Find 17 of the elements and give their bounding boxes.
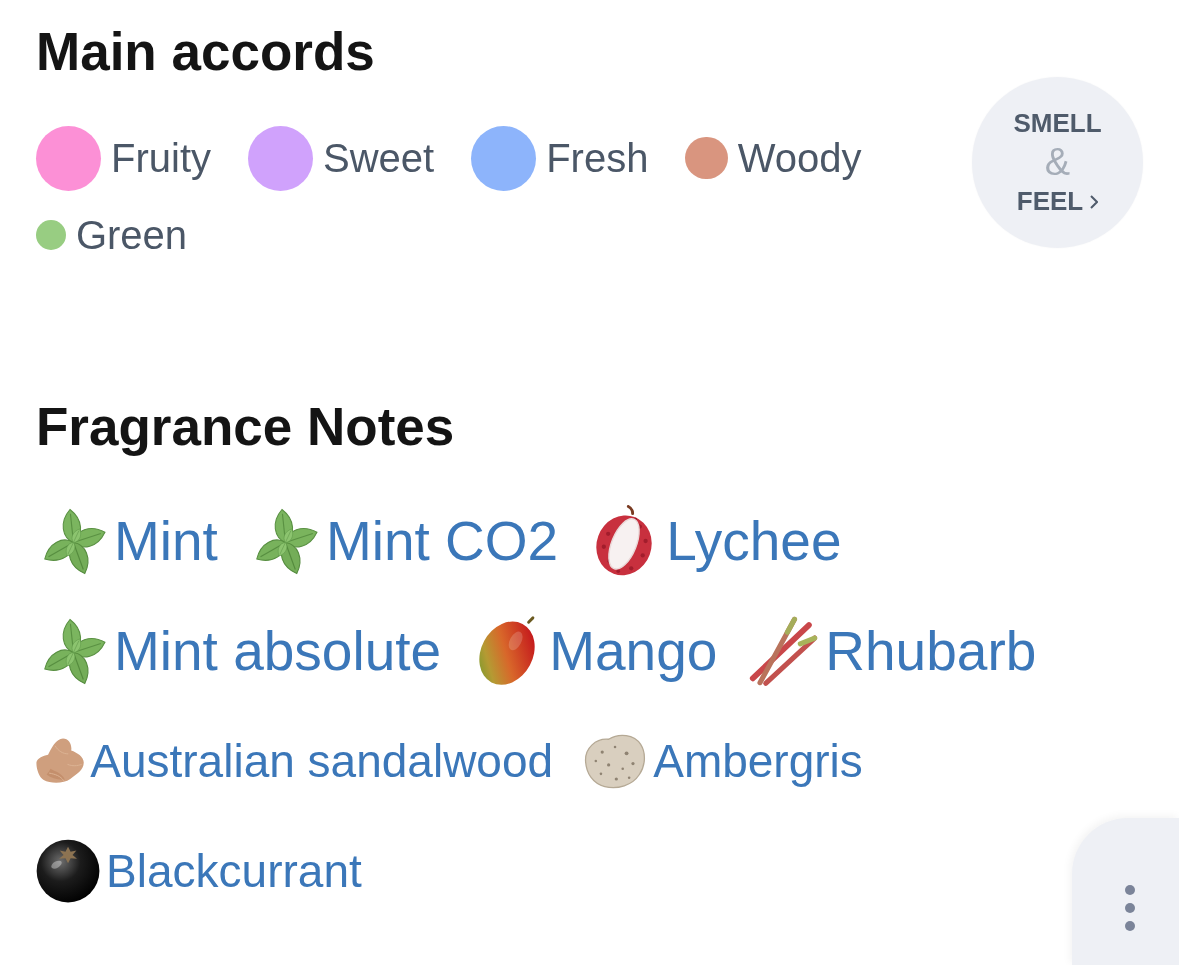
- note-link[interactable]: Blackcurrant: [106, 848, 362, 894]
- accord-label: Fruity: [111, 138, 211, 178]
- note-link[interactable]: Mint: [114, 513, 218, 569]
- smell-and-feel-button[interactable]: SMELL & FEEL: [972, 77, 1143, 248]
- note-link[interactable]: Mint CO2: [325, 513, 559, 569]
- accord-label: Sweet: [323, 138, 435, 178]
- note-link[interactable]: Rhubarb: [825, 623, 1037, 679]
- chevron-right-icon: [1090, 194, 1099, 209]
- note-link[interactable]: Mint absolute: [114, 623, 442, 679]
- accord-label: Green: [75, 215, 188, 255]
- more-button[interactable]: [1072, 818, 1179, 965]
- accord-label: Fresh: [546, 138, 649, 178]
- more-icon: [1125, 885, 1135, 931]
- section-heading: Main accords: [36, 22, 375, 82]
- accord-label: Woody: [737, 138, 862, 178]
- section-heading: Fragrance Notes: [36, 397, 455, 457]
- note-link[interactable]: Australian sandalwood: [90, 738, 554, 784]
